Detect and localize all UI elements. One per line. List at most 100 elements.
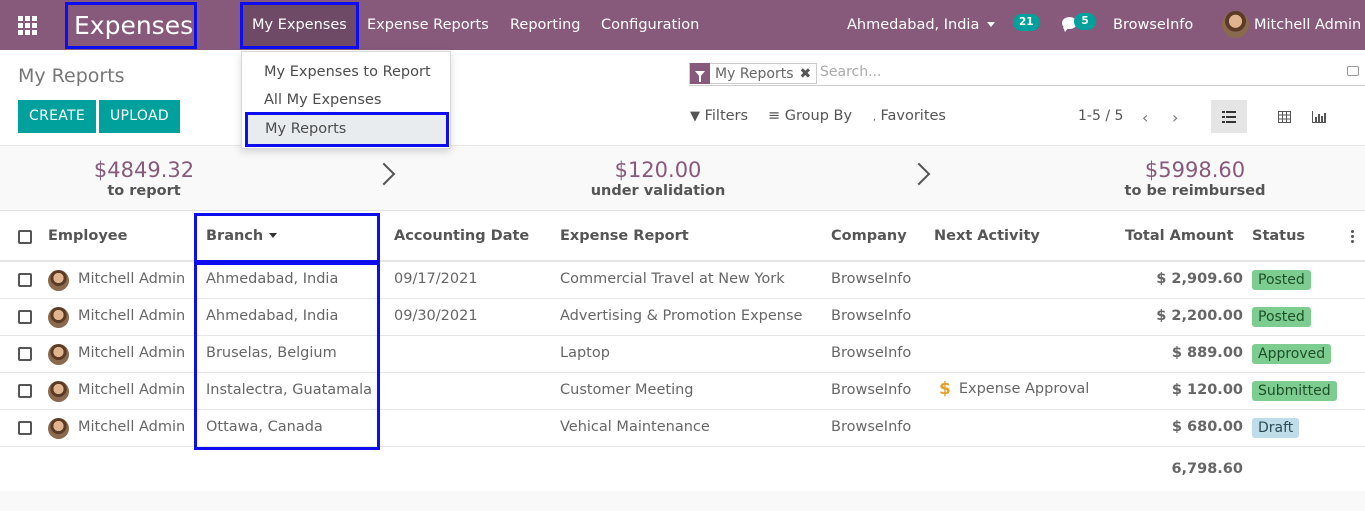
star-icon: ,: [873, 113, 876, 123]
user-menu[interactable]: Mitchell Admin: [1254, 0, 1361, 50]
avatar: [48, 270, 69, 291]
activity-count-badge[interactable]: 21: [1013, 14, 1040, 31]
table-row[interactable]: Mitchell Admin Instalectra, Guatamala Cu…: [0, 373, 1365, 410]
search-input[interactable]: [820, 64, 1320, 80]
chevron-down-icon: [987, 22, 996, 27]
column-company[interactable]: Company: [831, 228, 907, 244]
status-badge: Posted: [1252, 270, 1311, 290]
dropdown-item-all-my-expenses[interactable]: All My Expenses: [264, 92, 381, 108]
column-options-icon[interactable]: [1351, 230, 1354, 243]
cell-employee: Mitchell Admin: [78, 345, 186, 361]
cell-total-amount: $ 120.00: [1171, 382, 1243, 398]
dropdown-item-my-reports[interactable]: My Reports: [245, 112, 449, 147]
table-row[interactable]: Mitchell Admin Ottawa, Canada Vehical Ma…: [0, 410, 1365, 447]
select-all-checkbox[interactable]: [18, 230, 32, 244]
cell-branch: Ahmedabad, India: [206, 308, 339, 324]
column-accounting-date[interactable]: Accounting Date: [394, 228, 529, 244]
menu-reporting[interactable]: Reporting: [510, 0, 581, 50]
cell-branch: Instalectra, Guatamala: [206, 382, 373, 398]
close-icon[interactable]: ✖: [800, 66, 817, 82]
cell-branch: Ahmedabad, India: [206, 271, 339, 287]
column-branch[interactable]: Branch: [206, 228, 278, 244]
group-by-button[interactable]: ≡ Group By: [768, 108, 852, 124]
row-checkbox[interactable]: [18, 421, 32, 435]
cell-company: BrowseInfo: [831, 419, 912, 435]
top-navbar: Expenses My Expenses Expense Reports Rep…: [0, 0, 1365, 50]
table-row[interactable]: Mitchell Admin Ahmedabad, India 09/30/20…: [0, 299, 1365, 336]
table-row[interactable]: Mitchell Admin Bruselas, Belgium Laptop …: [0, 336, 1365, 373]
avatar: [48, 344, 69, 365]
bar-chart-icon: [1312, 110, 1326, 123]
summary-to-be-reimbursed: $5998.60 to be reimbursed: [1115, 158, 1275, 200]
list-view-button[interactable]: [1211, 100, 1247, 133]
cell-total-amount: $ 889.00: [1171, 345, 1243, 361]
favorites-button[interactable]: , Favorites: [873, 108, 946, 124]
cell-employee: Mitchell Admin: [78, 419, 186, 435]
search-options-icon[interactable]: [1347, 66, 1359, 76]
chevron-right-icon: [907, 162, 931, 186]
cell-expense-report: Commercial Travel at New York: [560, 271, 785, 287]
row-checkbox[interactable]: [18, 273, 32, 287]
column-next-activity[interactable]: Next Activity: [934, 228, 1040, 244]
graph-view-button[interactable]: [1301, 100, 1337, 133]
favorites-label: Favorites: [880, 108, 946, 124]
summary-amount: $5998.60: [1144, 158, 1246, 182]
chevron-left-icon[interactable]: ‹: [1142, 108, 1148, 127]
upload-button[interactable]: UPLOAD: [99, 100, 180, 133]
search-bar: My Reports ✖: [689, 62, 1365, 86]
filters-button[interactable]: ▼ Filters: [690, 108, 748, 124]
summary-amount: $4849.32: [93, 158, 195, 182]
cell-company: BrowseInfo: [831, 382, 912, 398]
row-checkbox[interactable]: [18, 347, 32, 361]
message-count-badge[interactable]: 5: [1074, 13, 1096, 30]
status-badge: Draft: [1252, 418, 1300, 438]
pivot-view-button[interactable]: [1266, 100, 1302, 133]
app-title[interactable]: Expenses: [65, 2, 197, 49]
chevron-right-icon: [372, 162, 396, 186]
cell-total-amount: $ 680.00: [1171, 419, 1243, 435]
cell-branch: Ottawa, Canada: [206, 419, 323, 435]
cell-accounting-date: 09/30/2021: [394, 308, 478, 324]
avatar: [48, 418, 69, 439]
table-header: Employee Branch Accounting Date Expense …: [0, 211, 1365, 262]
cell-total-amount: $ 2,200.00: [1156, 308, 1243, 324]
summary-to-report: $4849.32 to report: [74, 158, 214, 200]
column-employee[interactable]: Employee: [48, 228, 127, 244]
summary-label: under validation: [590, 183, 726, 199]
apps-menu-icon[interactable]: [18, 16, 37, 35]
search-facet-label: My Reports: [715, 65, 794, 82]
menu-configuration[interactable]: Configuration: [601, 0, 699, 50]
cell-next-activity[interactable]: $ Expense Approval: [939, 379, 1089, 399]
pager-value[interactable]: 1-5 / 5: [1078, 108, 1123, 124]
cell-branch: Bruselas, Belgium: [206, 345, 337, 361]
create-button[interactable]: CREATE: [18, 100, 97, 133]
branch-selector[interactable]: Ahmedabad, India: [847, 0, 996, 50]
company-switcher[interactable]: BrowseInfo: [1113, 0, 1193, 50]
menu-my-expenses[interactable]: My Expenses: [240, 2, 359, 49]
filters-label: Filters: [704, 108, 749, 124]
filter-icon: ▼: [690, 109, 700, 124]
column-status[interactable]: Status: [1252, 228, 1305, 244]
footer-band: [0, 491, 1365, 511]
sort-desc-icon: [269, 233, 278, 238]
avatar: [48, 307, 69, 328]
dollar-icon: $: [939, 379, 951, 399]
expense-summary: $4849.32 to report $120.00 under validat…: [0, 145, 1365, 211]
user-avatar[interactable]: [1222, 11, 1249, 38]
breadcrumb: My Reports: [18, 65, 125, 87]
column-expense-report[interactable]: Expense Report: [560, 228, 689, 244]
cell-company: BrowseInfo: [831, 345, 912, 361]
row-checkbox[interactable]: [18, 310, 32, 324]
chevron-right-icon[interactable]: ›: [1172, 108, 1178, 127]
branch-selector-label: Ahmedabad, India: [847, 17, 980, 33]
row-checkbox[interactable]: [18, 384, 32, 398]
cell-employee: Mitchell Admin: [78, 308, 186, 324]
table-row[interactable]: Mitchell Admin Ahmedabad, India 09/17/20…: [0, 262, 1365, 299]
cell-expense-report: Laptop: [560, 345, 610, 361]
cell-company: BrowseInfo: [831, 271, 912, 287]
dropdown-item-expenses-to-report[interactable]: My Expenses to Report: [264, 64, 431, 80]
column-total-amount[interactable]: Total Amount: [1125, 228, 1234, 244]
list-icon: [1222, 110, 1236, 123]
my-expenses-dropdown: My Expenses to Report All My Expenses My…: [241, 51, 451, 149]
menu-expense-reports[interactable]: Expense Reports: [367, 0, 489, 50]
